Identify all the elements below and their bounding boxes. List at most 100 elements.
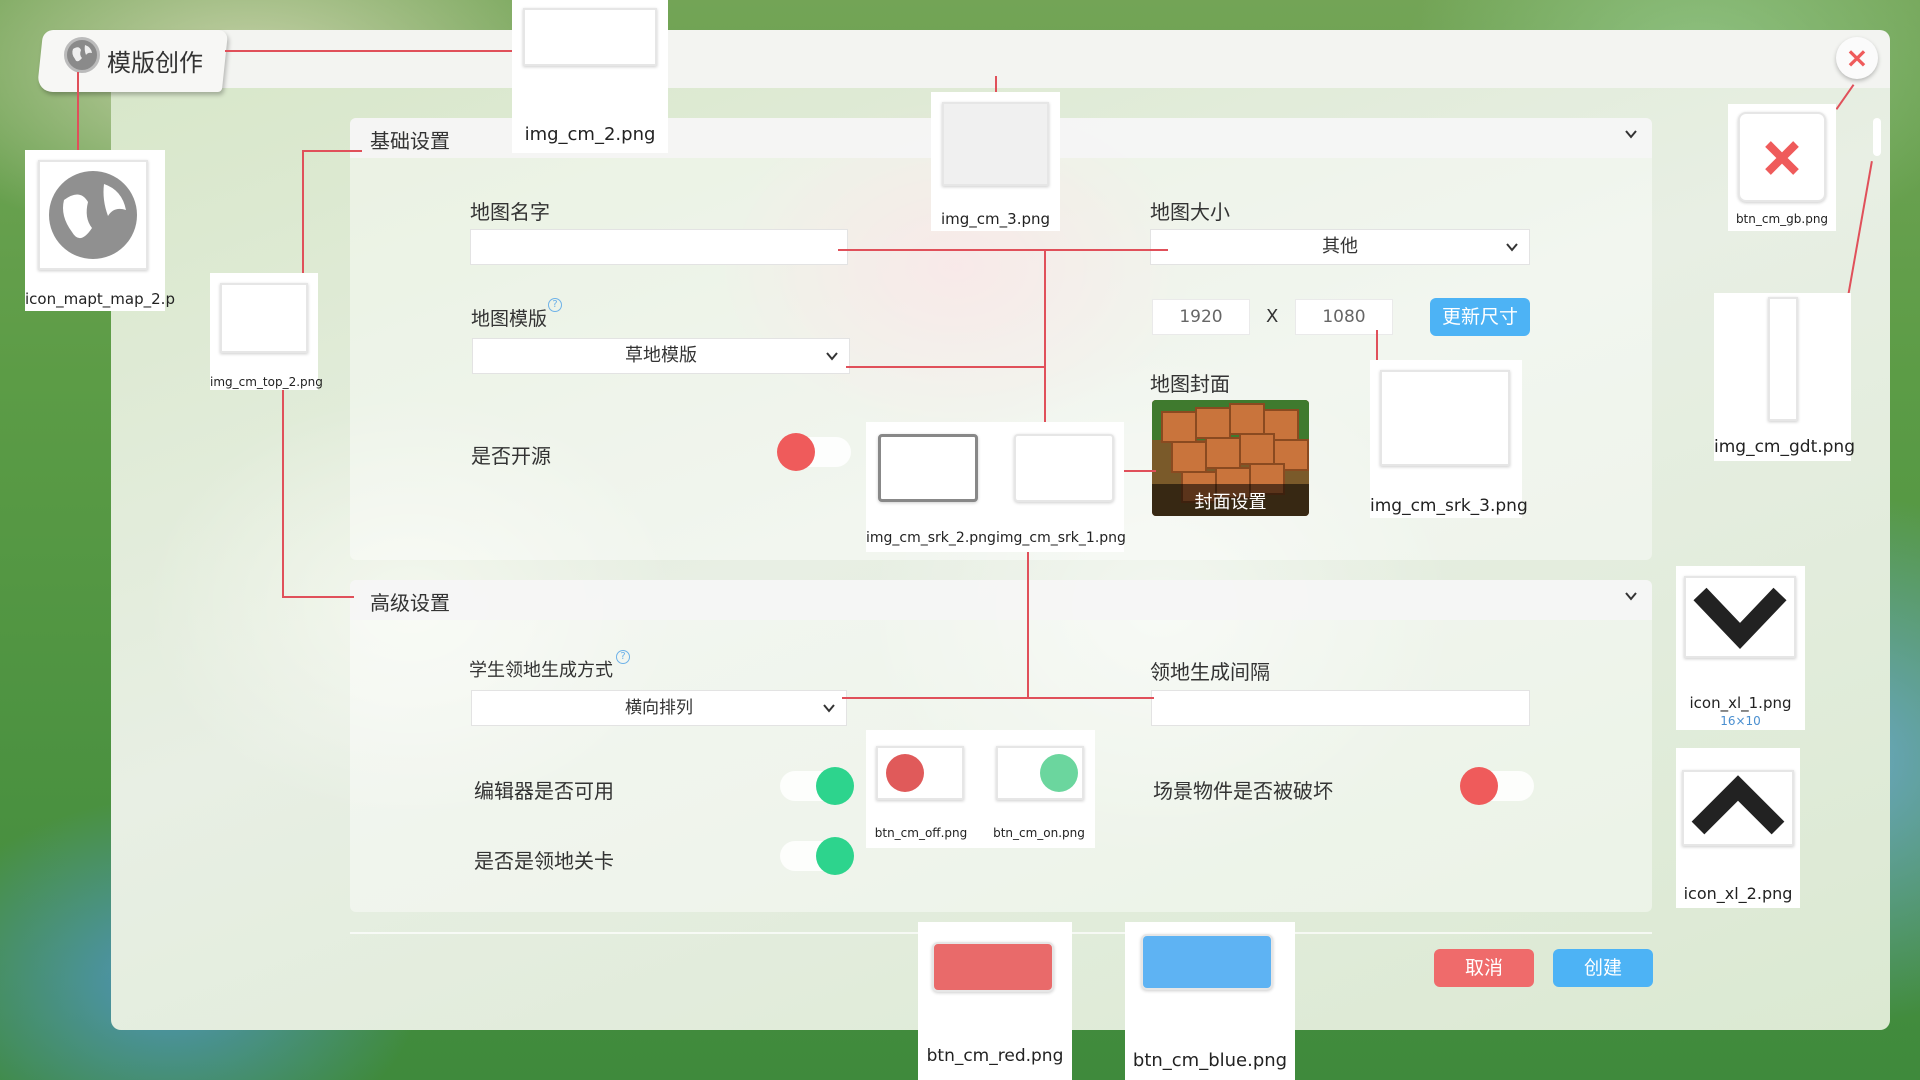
asset-caption: img_cm_srk_2.png bbox=[866, 530, 996, 546]
scene-destroy-toggle[interactable] bbox=[1460, 767, 1534, 805]
asset-caption: img_cm_3.png bbox=[940, 210, 1051, 228]
asset-preview bbox=[1014, 434, 1114, 502]
asset-card: btn_cm_red.png bbox=[918, 922, 1072, 1080]
basic-settings-title: 基础设置 bbox=[370, 129, 450, 153]
asset-caption: icon_xl_2.png bbox=[1683, 884, 1793, 903]
asset-card: icon_mapt_map_2.p bbox=[25, 150, 175, 311]
asset-caption: img_cm_top_2.png bbox=[210, 375, 323, 389]
map-cover-label: 地图封面 bbox=[1150, 372, 1230, 396]
asset-preview bbox=[996, 746, 1084, 800]
territory-interval-input[interactable] bbox=[1151, 690, 1530, 726]
asset-card: img_cm_gdt.png bbox=[1714, 293, 1855, 461]
asset-card: img_cm_srk_3.png bbox=[1370, 360, 1528, 518]
asset-preview bbox=[932, 942, 1054, 992]
map-name-input[interactable] bbox=[470, 229, 848, 265]
asset-preview bbox=[1141, 934, 1273, 990]
asset-preview bbox=[523, 8, 657, 66]
annotation-line bbox=[225, 50, 520, 52]
annotation-line bbox=[842, 697, 1154, 699]
create-button[interactable]: 创建 bbox=[1553, 949, 1653, 987]
asset-preview bbox=[942, 102, 1049, 186]
chevron-down-icon bbox=[823, 704, 835, 713]
map-globe-icon bbox=[64, 37, 100, 73]
open-source-toggle[interactable] bbox=[777, 433, 851, 471]
map-cover-image[interactable]: 封面设置 bbox=[1152, 400, 1309, 516]
asset-card-group: img_cm_srk_2.png img_cm_srk_1.png bbox=[866, 422, 1126, 552]
scrollbar-thumb[interactable] bbox=[1873, 118, 1881, 156]
asset-caption: btn_cm_blue.png bbox=[1132, 1050, 1288, 1071]
asset-caption: icon_mapt_map_2.p bbox=[25, 290, 175, 308]
asset-caption: img_cm_2.png bbox=[524, 124, 656, 145]
asset-preview bbox=[1684, 576, 1796, 658]
advanced-settings-header[interactable]: 高级设置 bbox=[350, 580, 1652, 620]
editor-enabled-toggle[interactable] bbox=[780, 767, 854, 805]
asset-preview bbox=[1768, 297, 1798, 421]
cancel-button[interactable]: 取消 bbox=[1434, 949, 1534, 987]
toggle-knob bbox=[816, 837, 854, 875]
annotation-line bbox=[282, 596, 354, 598]
advanced-settings-title: 高级设置 bbox=[370, 591, 450, 615]
territory-interval-label: 领地生成间隔 bbox=[1150, 660, 1270, 684]
asset-card: btn_cm_blue.png bbox=[1125, 922, 1295, 1080]
asset-caption: icon_xl_1.png bbox=[1689, 694, 1792, 712]
toggle-knob bbox=[816, 767, 854, 805]
toggle-off-icon bbox=[886, 754, 924, 792]
asset-caption: img_cm_gdt.png bbox=[1714, 437, 1855, 457]
asset-preview bbox=[1682, 770, 1794, 846]
asset-card: img_cm_2.png bbox=[512, 0, 668, 153]
asset-card: icon_xl_2.png bbox=[1676, 748, 1800, 908]
annotation-line bbox=[302, 150, 362, 152]
annotation-line bbox=[838, 249, 1168, 251]
annotation-line bbox=[846, 366, 1046, 368]
asset-preview bbox=[38, 160, 148, 270]
toggle-knob bbox=[777, 433, 815, 471]
territory-level-toggle[interactable] bbox=[780, 837, 854, 875]
territory-mode-value: 横向排列 bbox=[625, 698, 693, 718]
annotation-line bbox=[282, 390, 284, 598]
territory-level-label: 是否是领地关卡 bbox=[474, 849, 614, 873]
dialog-top-bar bbox=[150, 30, 1890, 88]
map-size-select[interactable]: 其他 bbox=[1150, 229, 1530, 265]
asset-card: img_cm_3.png bbox=[931, 92, 1060, 231]
asset-card: icon_xl_1.png 16×10 bbox=[1676, 566, 1805, 730]
map-name-label: 地图名字 bbox=[470, 200, 550, 224]
toggle-on-icon bbox=[1040, 754, 1078, 792]
toggle-knob bbox=[1460, 767, 1498, 805]
map-template-label: 地图模版 bbox=[471, 308, 548, 330]
close-icon[interactable]: × bbox=[1836, 37, 1878, 79]
help-icon[interactable]: ? bbox=[548, 298, 562, 312]
open-source-label: 是否开源 bbox=[471, 444, 551, 468]
asset-preview bbox=[878, 434, 978, 502]
annotation-line bbox=[302, 150, 304, 280]
asset-caption: btn_cm_on.png bbox=[993, 826, 1085, 840]
map-size-label: 地图大小 bbox=[1150, 200, 1230, 224]
asset-size: 16×10 bbox=[1720, 714, 1761, 728]
help-icon[interactable]: ? bbox=[616, 650, 630, 664]
asset-caption: btn_cm_red.png bbox=[926, 1046, 1064, 1066]
chevron-down-icon bbox=[1693, 587, 1787, 650]
annotation-line bbox=[1044, 249, 1046, 429]
chevron-down-icon[interactable] bbox=[1624, 589, 1638, 603]
asset-caption: btn_cm_off.png bbox=[874, 826, 968, 840]
asset-caption: img_cm_srk_3.png bbox=[1370, 496, 1528, 516]
annotation-line bbox=[77, 72, 79, 160]
asset-card: btn_cm_gb.png bbox=[1728, 104, 1836, 231]
asset-caption: btn_cm_gb.png bbox=[1735, 212, 1829, 226]
territory-mode-select[interactable]: 横向排列 bbox=[471, 690, 847, 726]
cover-settings-button[interactable]: 封面设置 bbox=[1152, 488, 1309, 514]
chevron-down-icon bbox=[826, 352, 838, 361]
map-template-select[interactable]: 草地模版 bbox=[472, 338, 850, 374]
chevron-down-icon bbox=[1506, 243, 1518, 252]
annotation-line bbox=[1027, 550, 1029, 698]
map-size-value: 其他 bbox=[1322, 236, 1358, 257]
map-height-input[interactable]: 1080 bbox=[1295, 299, 1393, 335]
map-globe-icon bbox=[49, 171, 137, 259]
asset-card: img_cm_top_2.png bbox=[210, 273, 323, 390]
asset-preview bbox=[220, 283, 308, 353]
scene-destroy-label: 场景物件是否被破坏 bbox=[1153, 779, 1333, 803]
update-size-button[interactable]: 更新尺寸 bbox=[1430, 298, 1530, 336]
map-width-input[interactable]: 1920 bbox=[1152, 299, 1250, 335]
asset-card-group: btn_cm_off.png btn_cm_on.png bbox=[866, 730, 1095, 848]
chevron-down-icon[interactable] bbox=[1624, 127, 1638, 141]
asset-preview bbox=[1380, 370, 1510, 466]
